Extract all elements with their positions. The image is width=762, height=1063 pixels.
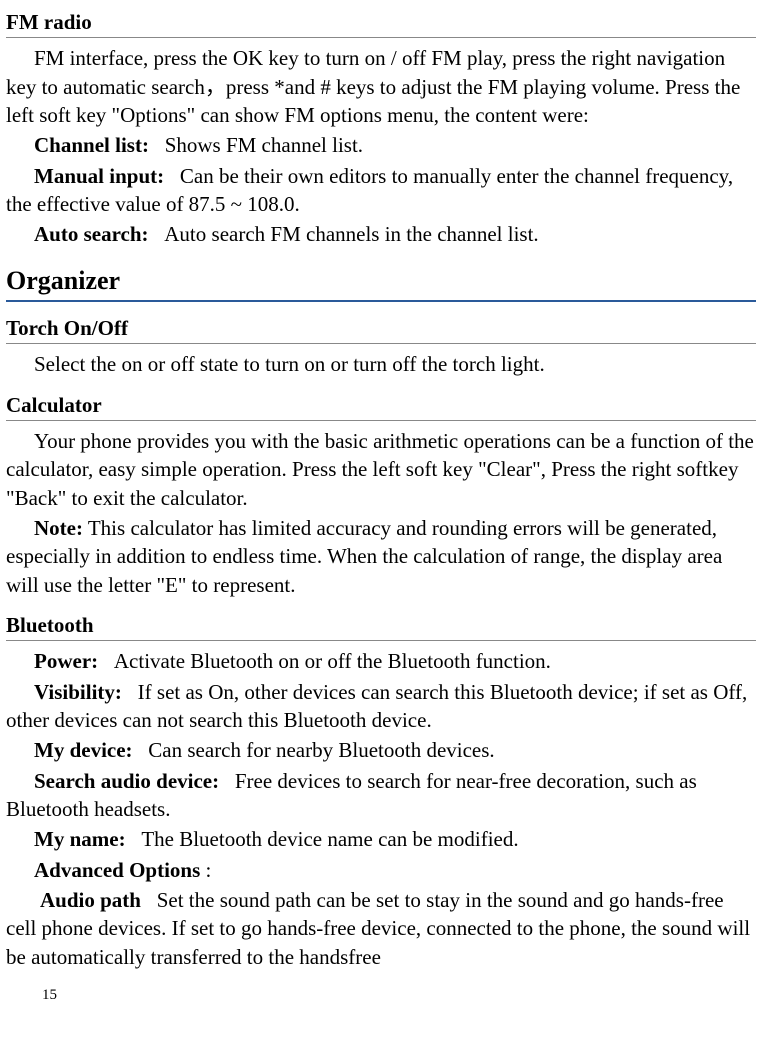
fm-item-manual-input: Manual input: Can be their own editors t… bbox=[6, 162, 756, 219]
bt-item-desc: Can search for nearby Bluetooth devices. bbox=[148, 738, 494, 762]
calculator-note-desc: This calculator has limited accuracy and… bbox=[6, 516, 722, 597]
calculator-note: Note: This calculator has limited accura… bbox=[6, 514, 756, 599]
section-torch: Select the on or off state to turn on or… bbox=[6, 350, 756, 378]
fm-intro: FM interface, press the OK key to turn o… bbox=[6, 44, 756, 129]
bt-item-visibility: Visibility: If set as On, other devices … bbox=[6, 678, 756, 735]
bt-item-label: My device: bbox=[34, 738, 133, 762]
heading-fm-radio: FM radio bbox=[6, 8, 756, 38]
bt-item-label: Search audio device: bbox=[34, 769, 219, 793]
bt-item-desc: The Bluetooth device name can be modifie… bbox=[141, 827, 518, 851]
bt-advanced-options: Advanced Options : bbox=[6, 856, 756, 884]
heading-organizer: Organizer bbox=[6, 263, 756, 302]
fm-item-desc: Shows FM channel list. bbox=[165, 133, 363, 157]
bt-item-power: Power: Activate Bluetooth on or off the … bbox=[6, 647, 756, 675]
fm-item-desc: Auto search FM channels in the channel l… bbox=[164, 222, 538, 246]
heading-torch: Torch On/Off bbox=[6, 314, 756, 344]
fm-item-auto-search: Auto search: Auto search FM channels in … bbox=[6, 220, 756, 248]
bt-advanced-colon: : bbox=[200, 858, 211, 882]
bt-item-my-device: My device: Can search for nearby Bluetoo… bbox=[6, 736, 756, 764]
heading-calculator: Calculator bbox=[6, 391, 756, 421]
bt-audio-path: Audio path Set the sound path can be set… bbox=[6, 886, 756, 971]
fm-item-label: Channel list: bbox=[34, 133, 149, 157]
bt-item-my-name: My name: The Bluetooth device name can b… bbox=[6, 825, 756, 853]
fm-item-channel-list: Channel list: Shows FM channel list. bbox=[6, 131, 756, 159]
calculator-desc: Your phone provides you with the basic a… bbox=[6, 427, 756, 512]
bt-item-label: My name: bbox=[34, 827, 126, 851]
torch-desc: Select the on or off state to turn on or… bbox=[6, 350, 756, 378]
bt-advanced-label: Advanced Options bbox=[34, 858, 200, 882]
page-number: 15 bbox=[42, 985, 756, 1005]
fm-item-label: Auto search: bbox=[34, 222, 149, 246]
bt-audio-path-label: Audio path bbox=[40, 888, 141, 912]
bt-item-desc: Activate Bluetooth on or off the Bluetoo… bbox=[114, 649, 551, 673]
calculator-note-label: Note: bbox=[34, 516, 83, 540]
section-fm-radio: FM interface, press the OK key to turn o… bbox=[6, 44, 756, 248]
bt-item-label: Visibility: bbox=[34, 680, 122, 704]
heading-bluetooth: Bluetooth bbox=[6, 611, 756, 641]
bt-item-label: Power: bbox=[34, 649, 98, 673]
section-bluetooth: Power: Activate Bluetooth on or off the … bbox=[6, 647, 756, 971]
bt-item-search-audio: Search audio device: Free devices to sea… bbox=[6, 767, 756, 824]
section-calculator: Your phone provides you with the basic a… bbox=[6, 427, 756, 599]
fm-item-label: Manual input: bbox=[34, 164, 164, 188]
